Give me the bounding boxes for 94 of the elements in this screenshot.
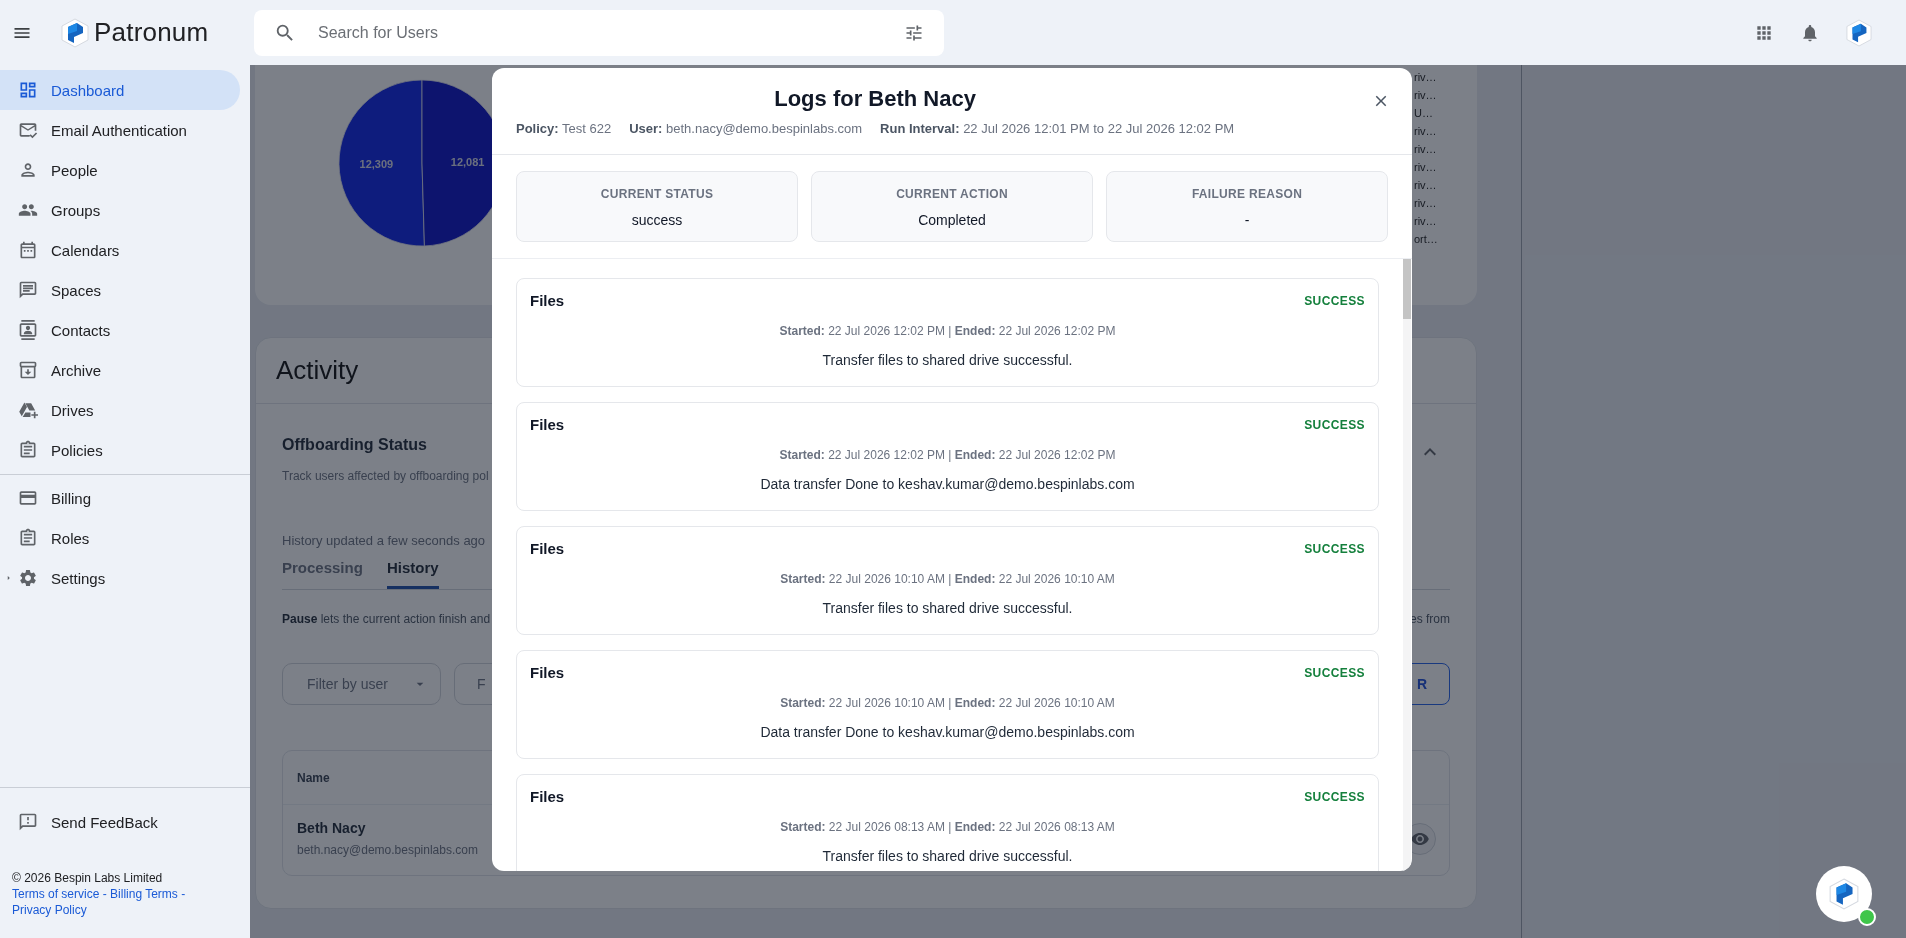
credit-card-icon: [18, 488, 38, 508]
log-title: Files: [530, 415, 565, 435]
status-label: CURRENT STATUS: [599, 186, 715, 202]
log-message: Transfer files to shared drive successful.: [821, 599, 1074, 618]
scrollbar-thumb[interactable]: [1403, 259, 1411, 319]
feedback-link[interactable]: Send FeedBack: [0, 802, 240, 842]
sidebar-item[interactable]: Email Authentication: [0, 110, 240, 150]
bell-icon[interactable]: [1800, 22, 1820, 43]
sidebar-item[interactable]: Calendars: [0, 230, 240, 270]
legend-label: riv…: [1414, 160, 1438, 175]
mail-check-icon: [18, 120, 38, 140]
link-separator: -: [181, 887, 186, 901]
log-title: Files: [530, 539, 565, 559]
legend-label: riv…: [1414, 214, 1438, 229]
status-label: CURRENT ACTION: [895, 186, 1009, 202]
meta-text: User: beth.nacy@demo.bespinlabs.com: [629, 120, 863, 138]
search-field[interactable]: Search for Users: [254, 9, 944, 56]
contact-card-icon: [18, 320, 38, 340]
status-label: SUCCESS: [1304, 666, 1365, 680]
search-input[interactable]: Search for Users: [316, 22, 904, 43]
meta-text: Policy: Test 622: [516, 120, 612, 138]
log-message: Data transfer Done to keshav.kumar@demo.bespinlabs.com: [759, 475, 1136, 494]
legend-label: riv…: [1414, 124, 1438, 139]
log-times: Started: 22 Jul 2026 12:02 PM | Ended: 22 Jul 2026 12:02 PM: [778, 447, 1117, 463]
dialog-title: Logs for Beth Nacy: [774, 85, 976, 113]
data-label: 12,081: [450, 156, 485, 169]
legend-label: U…: [1414, 106, 1434, 121]
sidebar-item[interactable]: Policies: [0, 430, 240, 470]
sidebar-item[interactable]: Spaces: [0, 270, 240, 310]
sidebar-item[interactable]: Billing: [0, 478, 240, 518]
section-title: Activity: [276, 355, 359, 386]
log-title: Files: [530, 663, 565, 683]
column-header: Name: [297, 770, 330, 785]
brand-name: Patronum: [94, 17, 209, 48]
chat-icon: [18, 280, 38, 300]
logo-icon: [61, 17, 89, 48]
sidebar-item[interactable]: Archive: [0, 350, 240, 390]
link-separator: -: [102, 887, 107, 901]
drive-icon: [18, 400, 38, 420]
data-label: 12,309: [359, 157, 394, 170]
feedback-icon: [18, 812, 38, 832]
settings-icon: [18, 568, 38, 588]
sidebar-item[interactable]: Groups: [0, 190, 240, 230]
help-text: Pause lets the current action finish and: [282, 611, 491, 627]
log-message: Data transfer Done to keshav.kumar@demo.bespinlabs.com: [759, 723, 1136, 742]
clipboard-icon: [18, 440, 38, 460]
online-dot: [1858, 908, 1876, 926]
sidebar-item[interactable]: Roles: [0, 518, 240, 558]
sidebar-item[interactable]: Settings: [0, 558, 240, 598]
status-label: SUCCESS: [1304, 790, 1365, 804]
log-times: Started: 22 Jul 2026 10:10 AM | Ended: 22 Jul 2026 10:10 AM: [779, 695, 1116, 711]
legend-label: ort…: [1414, 232, 1438, 247]
footer-link[interactable]: Terms of service: [12, 887, 100, 901]
log-times: Started: 22 Jul 2026 08:13 AM | Ended: 22 Jul 2026 08:13 AM: [779, 819, 1116, 835]
legend-label: riv…: [1414, 196, 1438, 211]
meta-text: Run Interval: 22 Jul 2026 12:01 PM to 22 Jul 2026 12:02 PM: [880, 120, 1235, 138]
sidebar-item[interactable]: People: [0, 150, 240, 190]
logo-icon[interactable]: [1846, 18, 1872, 47]
status-label: SUCCESS: [1304, 542, 1365, 556]
status-value: -: [1243, 211, 1251, 230]
tab[interactable]: History: [386, 553, 439, 589]
log-title: Files: [530, 787, 565, 807]
status-value: Completed: [917, 211, 987, 230]
status-value: success: [630, 211, 684, 230]
eye-icon: [1411, 833, 1429, 845]
status-label: FAILURE REASON: [1190, 186, 1304, 202]
footer-link[interactable]: Privacy Policy: [12, 903, 87, 917]
grid-icon: [18, 80, 38, 100]
log-message: Transfer files to shared drive successful.: [821, 847, 1074, 866]
copyright-text: © 2026 Bespin Labs Limited: [11, 870, 164, 886]
section-heading: Offboarding Status: [282, 435, 427, 455]
calendar-icon: [18, 240, 38, 260]
clipboard-icon: [18, 528, 38, 548]
legend-label: riv…: [1414, 142, 1438, 157]
status-label: SUCCESS: [1304, 418, 1365, 432]
sidebar-item[interactable]: Dashboard: [0, 70, 240, 110]
log-title: Files: [530, 291, 565, 311]
sidebar-item[interactable]: Drives: [0, 390, 240, 430]
description-text: Track users affected by offboarding pol: [282, 468, 489, 484]
footer-link[interactable]: Billing Terms: [110, 887, 178, 901]
legend-label: riv…: [1414, 178, 1438, 193]
log-message: Transfer files to shared drive successful.: [821, 351, 1074, 370]
log-times: Started: 22 Jul 2026 12:02 PM | Ended: 22 Jul 2026 12:02 PM: [778, 323, 1117, 339]
legend-label: riv…: [1414, 70, 1438, 85]
log-times: Started: 22 Jul 2026 10:10 AM | Ended: 22 Jul 2026 10:10 AM: [779, 571, 1116, 587]
user-name: Beth Nacy: [297, 819, 366, 837]
sidebar-item[interactable]: Contacts: [0, 310, 240, 350]
status-label: SUCCESS: [1304, 294, 1365, 308]
archive-box-icon: [18, 360, 38, 380]
logo-icon: [1829, 878, 1859, 910]
scrollbar-track[interactable]: [1403, 259, 1411, 871]
update-note: History updated a few seconds ago: [282, 533, 486, 549]
user-email: beth.nacy@demo.bespinlabs.com: [297, 842, 478, 858]
legend-label: riv…: [1414, 88, 1438, 103]
